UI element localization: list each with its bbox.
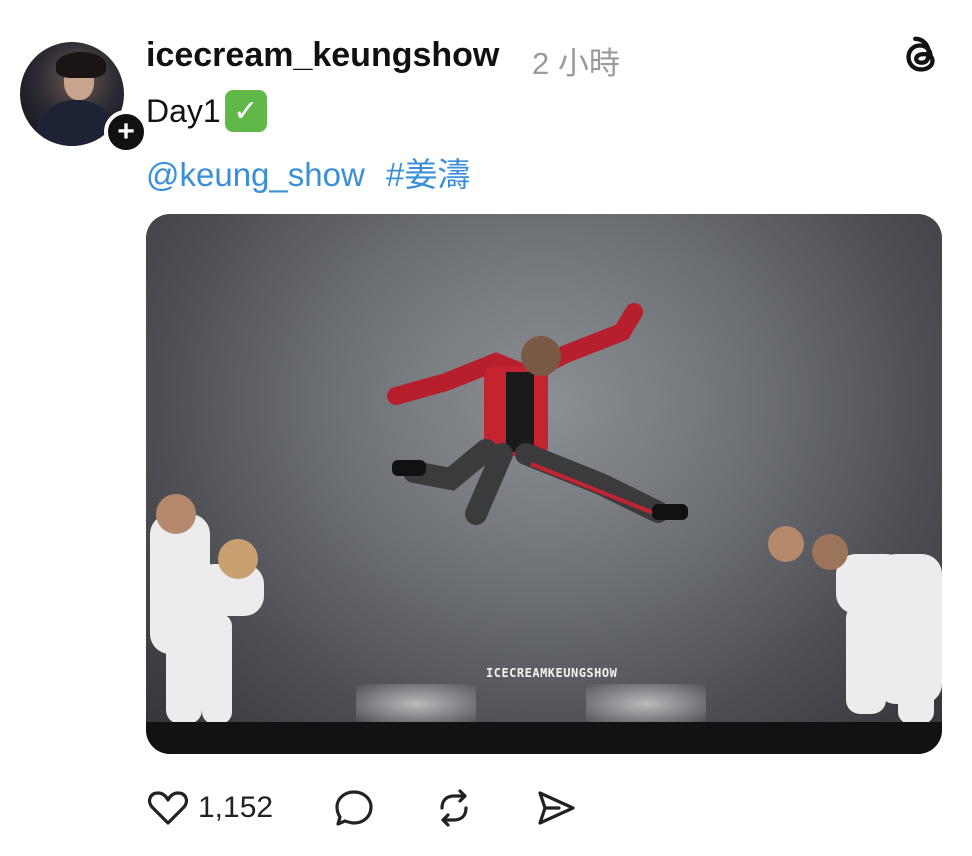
like-count: 1,152 xyxy=(198,791,274,824)
heart-icon[interactable] xyxy=(146,786,190,830)
share-button[interactable] xyxy=(534,786,578,830)
mention-link[interactable]: @keung_show xyxy=(146,156,365,193)
avatar-container[interactable]: + xyxy=(20,42,148,154)
caption-text: Day1 xyxy=(146,92,221,129)
check-mark-icon: ✓ xyxy=(224,90,267,132)
repost-button[interactable] xyxy=(432,786,476,830)
post-image[interactable]: ICECREAMKEUNGSHOW xyxy=(146,214,942,754)
repost-icon[interactable] xyxy=(432,786,476,830)
username[interactable]: icecream_keungshow xyxy=(146,36,499,75)
image-watermark: ICECREAMKEUNGSHOW xyxy=(486,666,618,680)
stage-floor xyxy=(146,722,942,754)
comment-icon[interactable] xyxy=(332,786,376,830)
follow-plus-icon[interactable]: + xyxy=(104,110,148,154)
comment-button[interactable] xyxy=(332,786,376,830)
like-button[interactable]: 1,152 xyxy=(146,786,273,830)
hashtag-link[interactable]: #姜濤 xyxy=(386,156,470,193)
threads-icon[interactable] xyxy=(898,34,944,80)
timestamp: 2 小時 xyxy=(532,46,620,81)
share-icon[interactable] xyxy=(534,786,578,830)
post-tags: @keung_show #姜濤 xyxy=(146,148,482,196)
post-caption: Day1 ✓ xyxy=(146,90,267,132)
